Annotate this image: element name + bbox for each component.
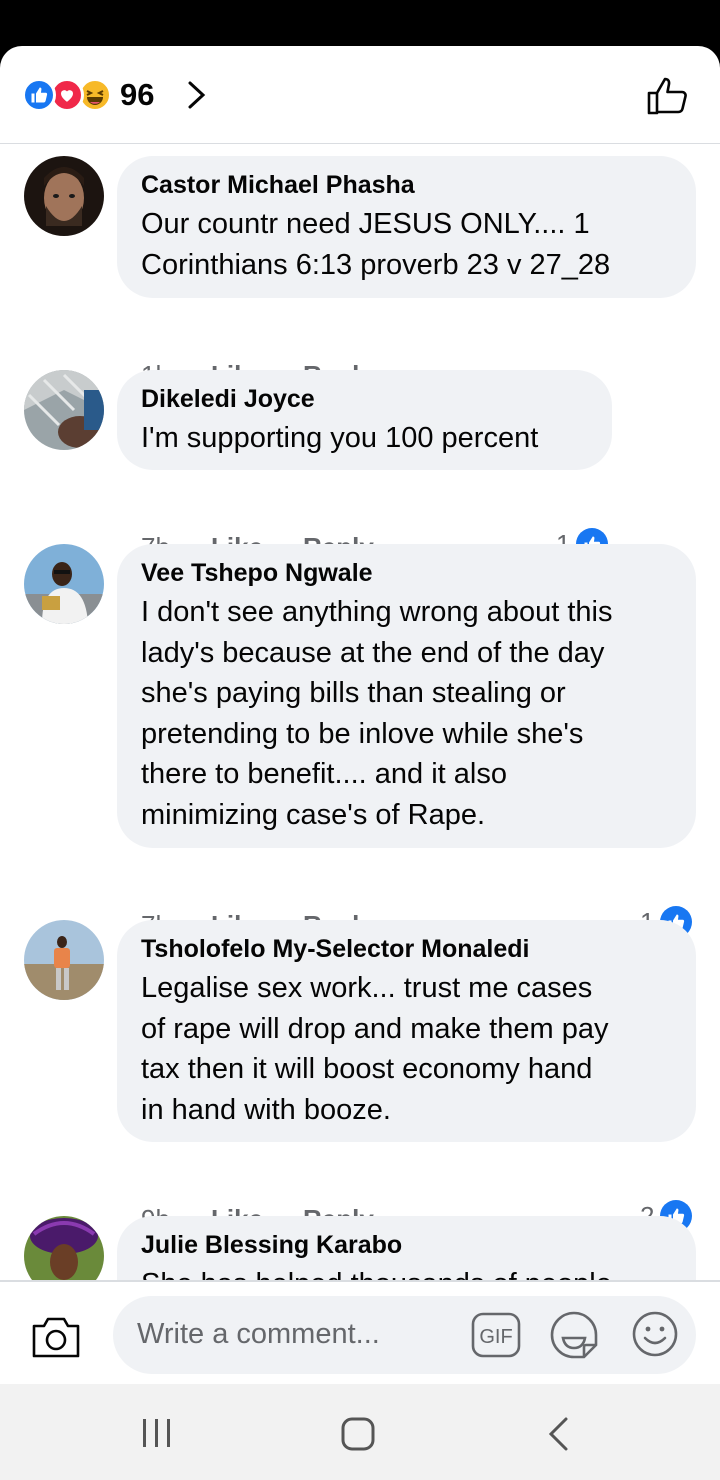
like-icon <box>22 78 56 112</box>
comment-text-line: she's paying bills than stealing or <box>141 677 566 709</box>
comment-author[interactable]: Castor Michael Phasha <box>141 170 672 200</box>
comment-text-line: I'm supporting you 100 percent <box>141 422 539 454</box>
comment-text-line: in hand with booze. <box>141 1093 391 1126</box>
comment-bubble[interactable]: Dikeledi Joyce I'm supporting you 100 pe… <box>117 370 612 470</box>
comment-text-line: Corinthians 6:13 proverb 23 v 27_28 <box>141 248 611 281</box>
camera-icon[interactable] <box>30 1314 82 1360</box>
reactions-header: 96 <box>0 46 720 144</box>
comment-author[interactable]: Tsholofelo My-Selector Monaledi <box>141 934 672 964</box>
gif-icon[interactable]: GIF <box>471 1312 521 1358</box>
comment-composer: Write a comment... GIF <box>0 1280 720 1384</box>
comment-author[interactable]: Dikeledi Joyce <box>141 384 588 414</box>
reactions-summary[interactable]: 96 <box>22 77 155 112</box>
comments-sheet: 96 Castor Michael Phasha Our countr need… <box>0 46 720 1384</box>
comment-bubble[interactable]: Castor Michael Phasha Our countr need JE… <box>117 156 696 298</box>
comment-input[interactable]: Write a comment... GIF <box>113 1296 696 1374</box>
comment-text-line: lady's because at the end of the day <box>141 636 605 669</box>
reaction-count: 96 <box>120 77 155 112</box>
comment-text-line: Legalise sex work... trust me cases <box>141 972 593 1004</box>
status-bar <box>0 0 720 48</box>
comment-input-placeholder[interactable]: Write a comment... <box>137 1318 380 1351</box>
avatar[interactable] <box>24 156 104 236</box>
recent-apps-icon[interactable] <box>140 1416 174 1450</box>
system-nav-bar <box>0 1384 720 1480</box>
comment-author[interactable]: Vee Tshepo Ngwale <box>141 558 672 588</box>
sticker-icon[interactable] <box>549 1310 599 1362</box>
comment-text-line: of rape will drop and make them pay <box>141 1012 609 1045</box>
comment-text-line: minimizing case's of Rape. <box>141 798 486 831</box>
emoji-icon[interactable] <box>631 1310 679 1358</box>
comment-text-line: pretending to be inlove while she's <box>141 717 584 750</box>
avatar[interactable] <box>24 920 104 1000</box>
comment-author[interactable]: Julie Blessing Karabo <box>141 1230 672 1260</box>
comment-text-line: tax then it will boost economy hand <box>141 1053 593 1085</box>
thumbs-up-outline-icon[interactable] <box>645 74 689 118</box>
comment-text-line: Our countr need JESUS ONLY.... 1 <box>141 208 590 240</box>
chevron-right-icon[interactable] <box>184 80 210 110</box>
comment-text-line: there to benefit.... and it also <box>141 758 507 790</box>
avatar[interactable] <box>24 370 104 450</box>
comment-text-line: I don't see anything wrong about this <box>141 596 613 628</box>
comment-bubble[interactable]: Tsholofelo My-Selector Monaledi Legalise… <box>117 920 696 1142</box>
back-icon[interactable] <box>546 1416 572 1452</box>
gif-label: GIF <box>479 1326 512 1348</box>
comment-bubble[interactable]: Vee Tshepo Ngwale I don't see anything w… <box>117 544 696 848</box>
home-icon[interactable] <box>340 1416 376 1452</box>
avatar[interactable] <box>24 544 104 624</box>
